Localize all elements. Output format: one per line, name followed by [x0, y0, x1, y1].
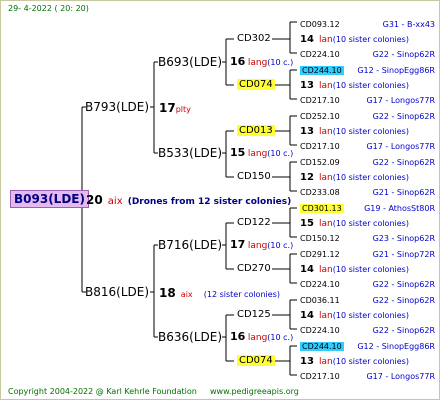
drone-top-loc-3: G22 - Sinop62R [372, 112, 435, 121]
drone-top-loc-4: G22 - Sinop62R [372, 158, 435, 167]
drone-bot-loc-6: G22 - Sinop62R [372, 280, 435, 289]
drone-bot-loc-7: G22 - Sinop62R [372, 326, 435, 335]
ggd-5[interactable]: CD122 [237, 217, 271, 229]
drone-top-4: CD152.09 [300, 158, 340, 167]
drone-bot-5: CD150.12 [300, 234, 340, 243]
root-drone-note: (Drones from 12 sister colonies) [127, 197, 292, 207]
drone-bot-6: CD224.10 [300, 280, 340, 289]
granddam-4-info: 16 lang(10 c.) [230, 330, 294, 344]
report-date: 29- 4-2022 ( 20: 20) [8, 4, 89, 13]
ggd-4[interactable]: CD150 [237, 171, 271, 183]
drone-top-3: CD252.10 [300, 112, 340, 121]
ggd-3[interactable]: CD013 [237, 125, 275, 137]
drone-sc-5: 15 lan(10 sister colonies) [300, 218, 409, 229]
dam-1-info: 17plty [159, 101, 191, 116]
granddam-2[interactable]: B533(LDE) [158, 147, 222, 159]
drone-bot-loc-5: G23 - Sinop62R [372, 234, 435, 243]
dam-2-race: aix [180, 290, 193, 299]
footer-site[interactable]: www.pedigreeapis.org [210, 386, 299, 398]
drone-top-6: CD291.12 [300, 250, 340, 259]
drone-bot-4: CD233.08 [300, 188, 340, 197]
drone-bot-loc-2: G17 - Longos77R [366, 96, 435, 105]
drone-top-7: CD036.11 [300, 296, 340, 305]
dam-2-info: 18 aix (12 sister colonies) [159, 286, 280, 301]
drone-bot-2: CD217.10 [300, 96, 340, 105]
drone-bot-1: CD224.10 [300, 50, 340, 59]
footer-copyright: Copyright 2004-2022 @ Karl Kehrle Founda… [8, 387, 197, 396]
drone-top-8: CD244.10 [300, 342, 344, 351]
dam-2[interactable]: B816(LDE) [85, 286, 149, 298]
granddam-2-info: 15 lang(10 c.) [230, 146, 294, 160]
drone-bot-7: CD224.10 [300, 326, 340, 335]
drone-top-1: CD093.12 [300, 20, 340, 29]
drone-sc-3: 13 lan(10 sister colonies) [300, 126, 409, 137]
ggd-8[interactable]: CD074 [237, 355, 275, 367]
root-info: 20 aix (Drones from 12 sister colonies) [86, 193, 291, 208]
drone-bot-3: CD217.10 [300, 142, 340, 151]
drone-bot-loc-3: G17 - Longos77R [366, 142, 435, 151]
drone-top-5: CD301.13 [300, 204, 344, 213]
drone-sc-4: 12 lan(10 sister colonies) [300, 172, 409, 183]
dam-1-num: 17 [159, 101, 176, 115]
drone-bot-loc-8: G17 - Longos77R [366, 372, 435, 381]
drone-top-loc-8: G12 - SinopEgg86R [357, 342, 435, 351]
dam-2-num: 18 [159, 286, 176, 300]
drone-top-2: CD244.10 [300, 66, 344, 75]
drone-sc-1: 14 lan(10 sister colonies) [300, 34, 409, 45]
dam-1[interactable]: B793(LDE) [85, 101, 149, 113]
drone-sc-8: 13 lan(10 sister colonies) [300, 356, 409, 367]
ggd-6[interactable]: CD270 [237, 263, 271, 275]
drone-bot-8: CD217.10 [300, 372, 340, 381]
root-num: 20 [86, 193, 103, 207]
root-queen[interactable]: B093(LDE) [10, 190, 89, 208]
granddam-1[interactable]: B693(LDE) [158, 56, 222, 68]
ggd-2[interactable]: CD074 [237, 79, 275, 91]
granddam-3-info: 17 lang(10 c.) [230, 238, 294, 252]
drone-bot-loc-4: G21 - Sinop62R [372, 188, 435, 197]
drone-top-loc-7: G22 - Sinop62R [372, 296, 435, 305]
root-queen-id: B093(LDE) [10, 190, 89, 208]
drone-bot-loc-1: G22 - Sinop62R [372, 50, 435, 59]
ggd-1[interactable]: CD302 [237, 33, 271, 45]
drone-sc-2: 13 lan(10 sister colonies) [300, 80, 409, 91]
dam-1-race: plty [175, 105, 191, 114]
ggd-7[interactable]: CD125 [237, 309, 271, 321]
granddam-3[interactable]: B716(LDE) [158, 239, 222, 251]
drone-sc-7: 14 lan(10 sister colonies) [300, 310, 409, 321]
root-race: aix [107, 196, 123, 207]
drone-top-loc-2: G12 - SinopEgg86R [357, 66, 435, 75]
granddam-1-info: 16 lang(10 c.) [230, 55, 294, 69]
granddam-4[interactable]: B636(LDE) [158, 331, 222, 343]
drone-top-loc-6: G21 - Sinop72R [372, 250, 435, 259]
drone-top-loc-5: G19 - AthosSt80R [364, 204, 435, 213]
dam-2-note: (12 sister colonies) [203, 290, 280, 299]
drone-sc-6: 14 lan(10 sister colonies) [300, 264, 409, 275]
drone-top-loc-1: G31 - B-xx43 [382, 20, 435, 29]
